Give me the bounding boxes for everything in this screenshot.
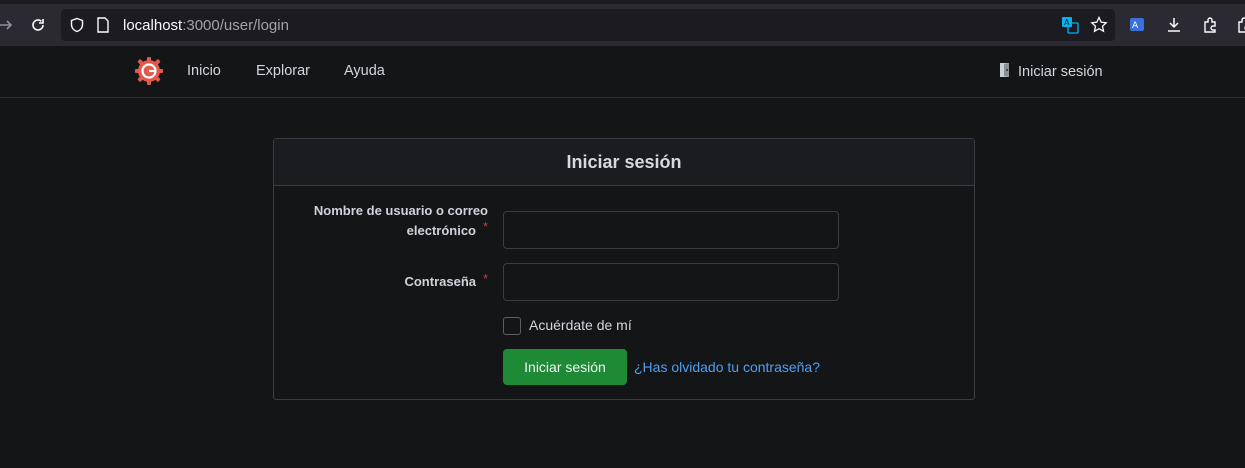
url-path: :3000/user/login (182, 17, 289, 34)
nav-explorar[interactable]: Explorar (256, 63, 310, 79)
username-label-line2: electrónico (406, 223, 476, 238)
password-required-mark: * (483, 271, 489, 286)
remember-label[interactable]: Acuérdate de mí (529, 317, 632, 333)
username-input[interactable] (503, 211, 839, 249)
extensions-icon[interactable] (1199, 14, 1221, 36)
username-label: Nombre de usuario o correo electrónico (288, 201, 488, 241)
signin-door-icon (998, 62, 1012, 82)
extension-overflow-icon[interactable] (1233, 14, 1245, 36)
translate-extension-icon[interactable]: A (1127, 14, 1149, 36)
forward-icon[interactable] (0, 13, 18, 37)
signin-button[interactable]: Iniciar sesión (503, 349, 627, 385)
translate-icon[interactable]: A (1059, 14, 1081, 36)
svg-text:A: A (1064, 18, 1070, 27)
download-icon[interactable] (1163, 14, 1185, 36)
password-input[interactable] (503, 263, 839, 301)
signin-link[interactable]: Iniciar sesión (998, 62, 1103, 82)
username-required-mark: * (483, 219, 489, 234)
shield-icon[interactable] (66, 14, 88, 36)
password-label: Contraseña (404, 274, 476, 289)
reload-icon[interactable] (26, 13, 50, 37)
url-host: localhost (123, 17, 183, 34)
username-label-line1: Nombre de usuario o correo (313, 203, 488, 218)
remember-checkbox[interactable] (503, 317, 521, 335)
login-form: Iniciar sesión Nombre de usuario o corre… (273, 138, 975, 400)
address-bar[interactable]: localhost:3000/user/login A (61, 9, 1115, 41)
browser-toolbar: localhost:3000/user/login A A (0, 0, 1245, 46)
url-text[interactable]: localhost:3000/user/login (123, 17, 289, 34)
page-icon[interactable] (92, 14, 114, 36)
app-navbar: Inicio Explorar Ayuda Iniciar sesión (0, 46, 1245, 98)
signin-label: Iniciar sesión (1018, 64, 1103, 80)
forgot-password-link[interactable]: ¿Has olvidado tu contraseña? (634, 359, 820, 375)
nav-inicio[interactable]: Inicio (187, 63, 221, 79)
gitea-logo-icon[interactable] (134, 56, 164, 86)
login-title: Iniciar sesión (274, 139, 974, 186)
svg-text:A: A (1132, 21, 1139, 31)
nav-ayuda[interactable]: Ayuda (344, 63, 385, 79)
bookmark-star-icon[interactable] (1088, 14, 1110, 36)
